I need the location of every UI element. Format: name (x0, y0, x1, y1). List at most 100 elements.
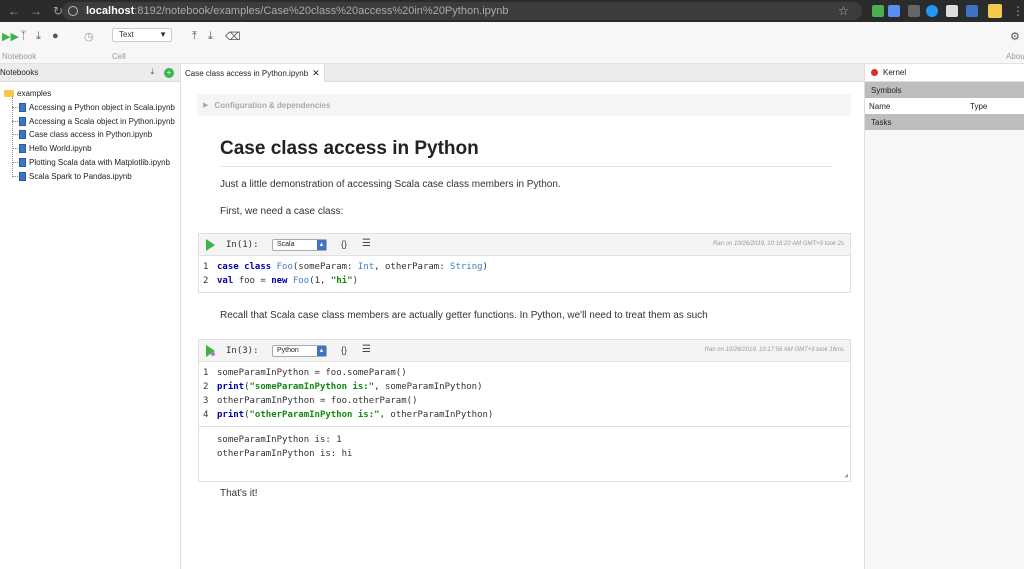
code-line: 3 otherParamInPython = foo.otherParam() (203, 396, 418, 406)
notebook-file-icon (19, 157, 26, 167)
notebook-file-icon (19, 171, 26, 181)
code-cell[interactable]: In(1): Scala ▲ {} ☰ Ran on 10/26/2019, 1… (198, 233, 851, 293)
code-line: 1 someParamInPython = foo.someParam() (203, 368, 407, 378)
notebook-file[interactable]: Hello World.ipynb (12, 142, 92, 154)
menu-icon[interactable]: ☰ (362, 238, 371, 249)
tab-case-class-access[interactable]: Case class access in Python.ipynb ✕ (181, 64, 325, 82)
braces-icon[interactable]: {} (341, 239, 347, 249)
language-value: Python (277, 347, 299, 354)
close-icon[interactable]: ✕ (312, 68, 320, 79)
language-select[interactable]: Scala ▲ (272, 239, 327, 251)
gear-icon[interactable]: ⚙ (1010, 30, 1020, 43)
clock-icon[interactable]: ◷ (84, 30, 94, 43)
extension-icon[interactable] (888, 5, 900, 17)
language-value: Scala (277, 241, 295, 248)
code-line: 1 case class Foo (someParam: Int, otherPar… (203, 262, 488, 272)
stop-icon[interactable]: ● (52, 30, 59, 42)
bookmark-star-icon[interactable]: ☆ (838, 4, 849, 18)
extension-icon[interactable] (926, 5, 938, 17)
file-label: Scala Spark to Pandas.ipynb (29, 171, 132, 181)
forward-icon[interactable]: → (28, 3, 44, 19)
import-icon[interactable]: ⤓ (150, 67, 154, 77)
symbols-label: Symbols (871, 85, 902, 95)
tasks-section[interactable]: Tasks (865, 114, 1024, 130)
markdown-paragraph: Just a little demonstration of accessing… (220, 179, 561, 190)
chevron-down-icon: ▲ (317, 240, 326, 250)
notebook-file[interactable]: Plotting Scala data with Matplotlib.ipyn… (12, 156, 170, 168)
markdown-paragraph: That's it! (220, 488, 258, 499)
notebook-file[interactable]: Scala Spark to Pandas.ipynb (12, 170, 132, 182)
right-panel: Kernel Symbols Name Type Tasks (864, 64, 1024, 569)
cell-type-value: Text (119, 30, 134, 39)
notebook-title: Case class access in Python (220, 138, 479, 159)
run-all-icon[interactable]: ▶▶ (2, 30, 19, 43)
chevron-down-icon: ▼ (159, 30, 167, 39)
browser-toolbar: ← → ↻ localhost:8192/notebook/examples/C… (0, 0, 1024, 22)
extension-icon[interactable] (872, 5, 884, 17)
code-editor[interactable]: 1 case class Foo (someParam: Int, otherPar… (199, 256, 850, 292)
braces-icon[interactable]: {} (341, 345, 347, 355)
markdown-paragraph: Recall that Scala case class members are… (220, 310, 708, 321)
code-cell[interactable]: In(3): Python ▲ {} ☰ Ran on 10/26/2019, … (198, 339, 851, 482)
extension-icon[interactable] (946, 5, 958, 17)
address-bar[interactable]: localhost:8192/notebook/examples/Case%20… (62, 2, 862, 20)
language-select[interactable]: Python ▲ (272, 345, 327, 357)
notebook-file[interactable]: Accessing a Python object in Scala.ipynb (12, 101, 175, 113)
info-icon[interactable] (68, 6, 78, 16)
kernel-status-icon (871, 69, 878, 76)
kernel-section[interactable]: Kernel (865, 64, 1024, 82)
config-dependencies-toggle[interactable]: ▶ Configuration & dependencies (197, 94, 851, 116)
output-line: otherParamInPython is: hi (217, 449, 353, 459)
insert-above-icon[interactable]: ⤒ (192, 30, 197, 43)
profile-avatar[interactable] (988, 4, 1002, 18)
file-label: Hello World.ipynb (29, 143, 92, 153)
resize-handle-icon[interactable]: ◢ (844, 472, 848, 479)
kernel-label: Kernel (883, 68, 907, 77)
add-notebook-icon[interactable]: + (164, 68, 174, 78)
notebook-file-icon (19, 143, 26, 153)
cell-type-select[interactable]: Text ▼ (112, 28, 172, 42)
symbols-columns: Name Type (865, 98, 1024, 114)
branch-icon[interactable]: ᛉ (20, 30, 27, 42)
menu-icon[interactable]: ☰ (362, 344, 371, 355)
file-label: Accessing a Scala object in Python.ipynb (29, 116, 175, 126)
output-line: someParamInPython is: 1 (217, 435, 342, 445)
column-name-header: Name (869, 101, 891, 111)
file-label: Accessing a Python object in Scala.ipynb (29, 102, 175, 112)
cell-header: In(1): Scala ▲ {} ☰ Ran on 10/26/2019, 1… (199, 234, 850, 256)
file-label: Case class access in Python.ipynb (29, 129, 153, 139)
tab-bar: Case class access in Python.ipynb ✕ (181, 64, 864, 82)
notebook-file-icon (19, 102, 26, 112)
trash-icon[interactable]: ⌫ (225, 30, 241, 43)
tab-label: Case class access in Python.ipynb (185, 68, 309, 78)
divider (220, 166, 832, 167)
insert-below-icon[interactable]: ⤓ (208, 30, 213, 43)
symbols-section[interactable]: Symbols (865, 82, 1024, 98)
run-info: Ran on 10/26/2019, 10:17:56 AM GMT+9 too… (704, 347, 844, 353)
download-icon[interactable]: ⤓ (36, 30, 41, 43)
notebooks-title: Notebooks (0, 68, 39, 77)
status-dot (211, 352, 215, 356)
code-line: 2 print("someParamInPython is:", somePara… (203, 382, 483, 392)
file-label: Plotting Scala data with Matplotlib.ipyn… (29, 157, 170, 167)
notebook-file[interactable]: Accessing a Scala object in Python.ipynb (12, 115, 175, 127)
column-type-header: Type (970, 101, 988, 111)
url-path: :8192/notebook/examples/Case%20class%20a… (134, 5, 509, 17)
extension-icon[interactable] (966, 5, 978, 17)
cell-group-label: Cell (112, 52, 126, 61)
extension-icon[interactable] (908, 5, 920, 17)
run-cell-icon[interactable] (206, 239, 215, 251)
notebook-area: ▶ Configuration & dependencies Case clas… (181, 82, 864, 569)
code-editor[interactable]: 1 someParamInPython = foo.someParam() 2 pr… (199, 362, 850, 426)
browser-menu-icon[interactable]: ⋮ (1010, 3, 1024, 19)
chevron-down-icon: ▲ (317, 346, 326, 356)
notebooks-panel: Notebooks ⤓ + examples Accessing a Pytho… (0, 64, 181, 569)
code-line: 4 print("otherParamInPython is:", otherPa… (203, 410, 494, 420)
notebook-file[interactable]: Case class access in Python.ipynb (12, 128, 152, 140)
app-toolbar: ▶▶ ᛉ ⤓ ● ◷ Text ▼ ⤒ ⤓ ⌫ ⚙ Notebook Cell … (0, 22, 1024, 64)
tasks-label: Tasks (871, 117, 892, 127)
config-label: Configuration & dependencies (214, 100, 331, 110)
run-info: Ran on 10/26/2019, 10:16:20 AM GMT+9 too… (712, 241, 844, 247)
back-icon[interactable]: ← (6, 3, 22, 19)
about-label[interactable]: About (1006, 52, 1024, 61)
